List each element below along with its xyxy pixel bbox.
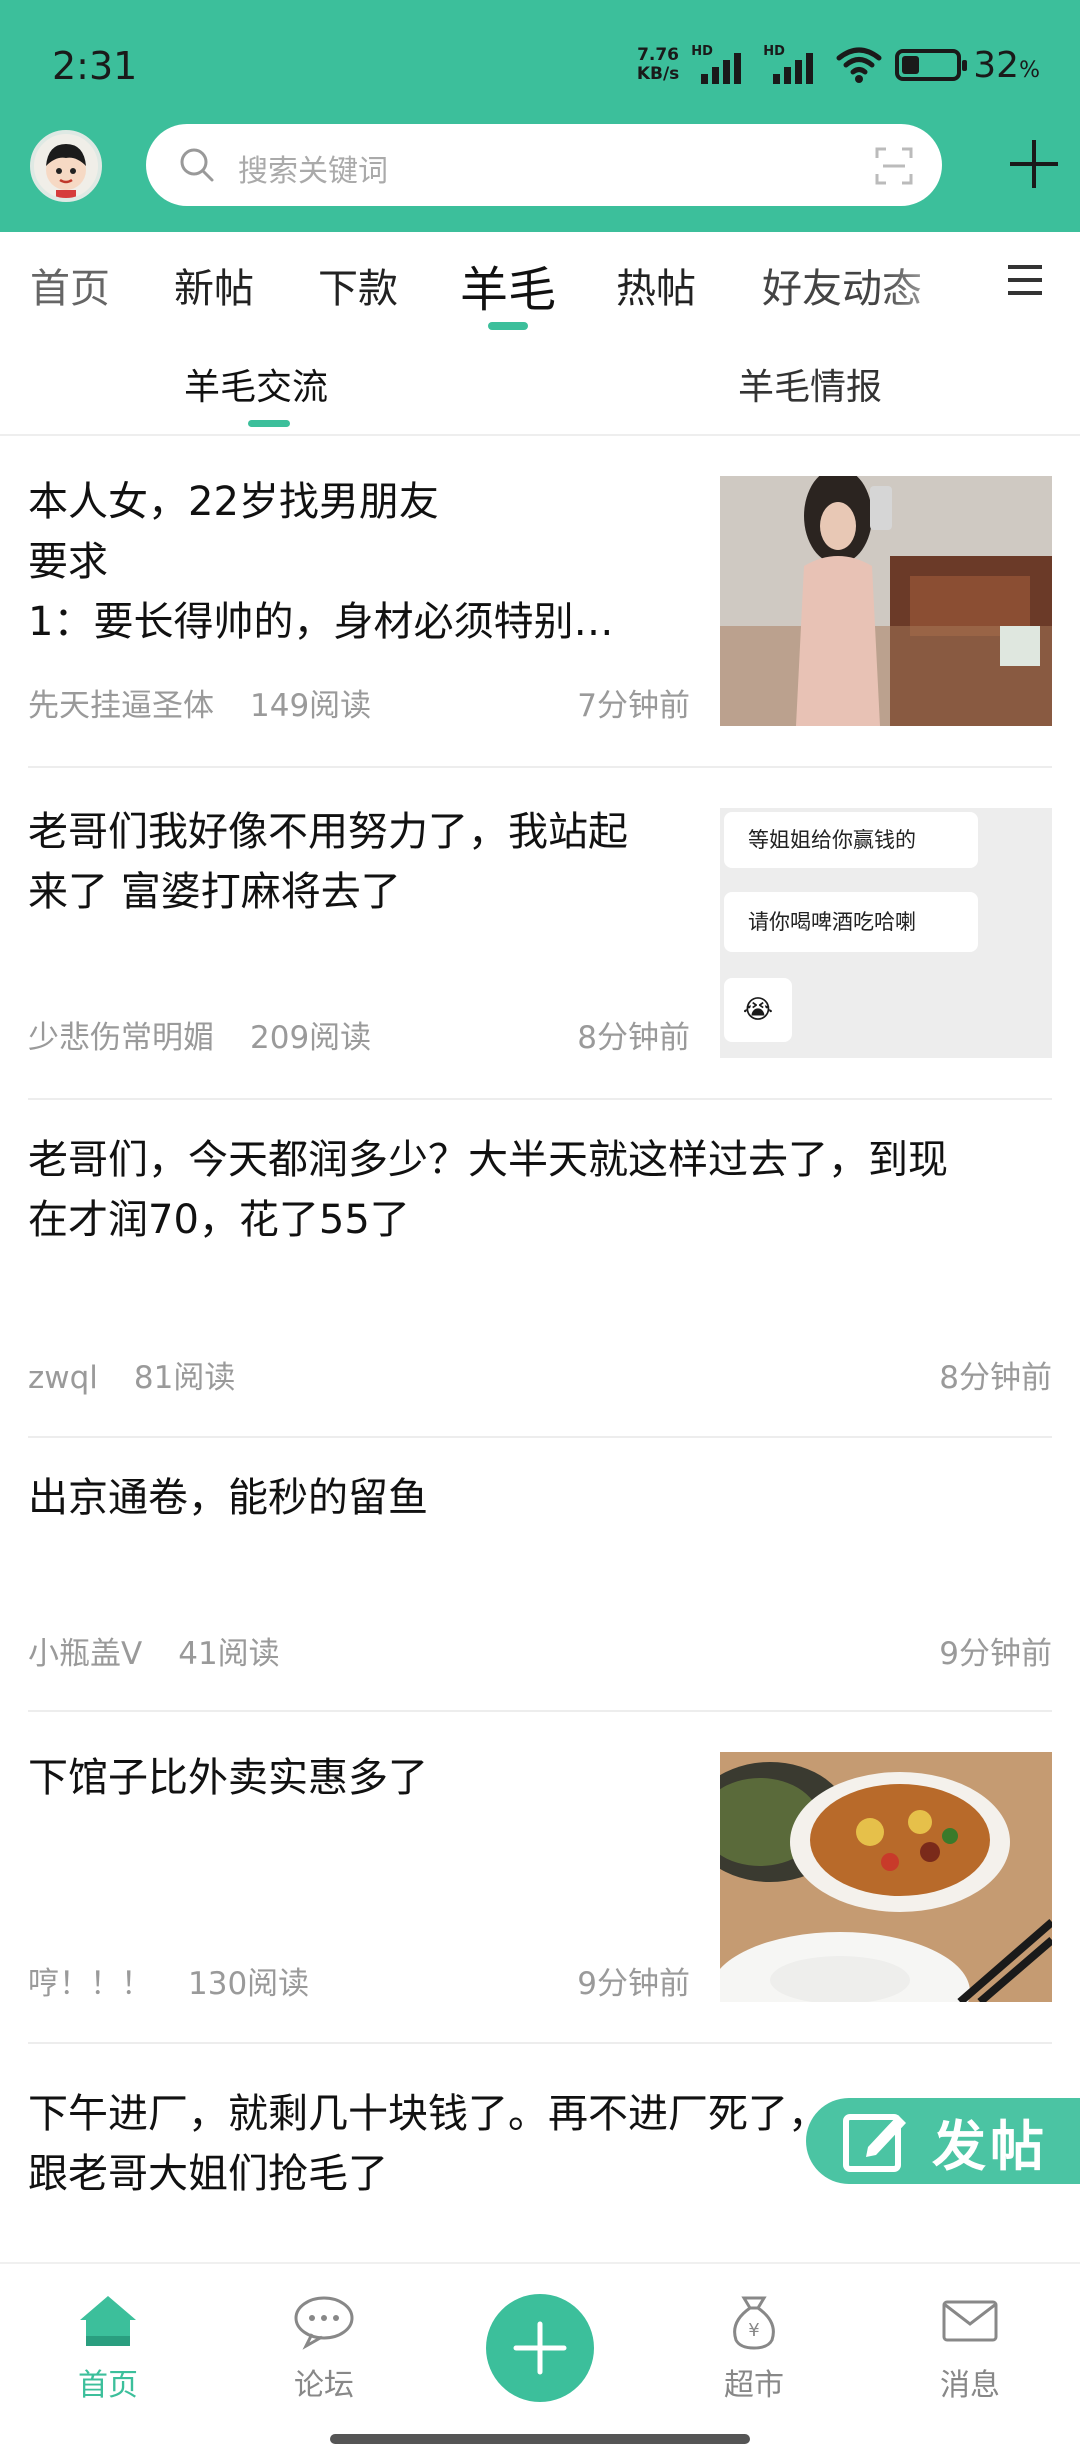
- tab-home[interactable]: 首页: [30, 256, 110, 314]
- signal-icon: HD: [763, 44, 823, 86]
- new-post-button[interactable]: 发帖: [806, 2098, 1080, 2184]
- subtab-wool-exchange[interactable]: 羊毛交流: [184, 358, 328, 410]
- chat-bubble-emoji: 😭: [724, 978, 792, 1042]
- avatar-icon: [46, 144, 86, 198]
- post-time: 7分钟前: [577, 688, 690, 724]
- woman-selfie-image: [720, 476, 1052, 726]
- tab-new-posts[interactable]: 新帖: [174, 256, 254, 314]
- menu-icon[interactable]: [1006, 262, 1044, 298]
- nav-messages[interactable]: 消息: [910, 2292, 1030, 2404]
- status-icons: 7.76 KB/s HD HD 32%: [637, 44, 1040, 86]
- network-speed: 7.76 KB/s: [636, 45, 680, 84]
- search-bar[interactable]: 搜索关键词: [146, 124, 942, 206]
- money-bag-icon: ¥: [733, 2296, 775, 2350]
- post-reads: 130阅读: [188, 1966, 310, 2002]
- add-icon[interactable]: [1006, 136, 1062, 192]
- center-add-button[interactable]: [486, 2294, 594, 2402]
- tabs-fade: [880, 232, 990, 332]
- nav-forum[interactable]: 论坛: [264, 2292, 384, 2404]
- post-title: 出京通卷，能秒的留鱼: [28, 1475, 428, 1521]
- post-thumbnail[interactable]: 等姐姐给你赢钱的 请你喝啤酒吃哈喇 😭: [720, 808, 1052, 1058]
- tab-indicator: [488, 322, 528, 330]
- edit-icon: [843, 2114, 906, 2172]
- post-reads: 81阅读: [133, 1360, 236, 1396]
- post-meta: 先天挂逼圣体 149阅读: [28, 680, 371, 725]
- search-icon: [180, 148, 214, 182]
- post-title: 老哥们，今天都润多少？大半天就这样过去了，到现 在才润70，花了55了: [28, 1137, 948, 1243]
- post-reads: 41阅读: [178, 1636, 280, 1672]
- post-time: 8分钟前: [939, 1360, 1052, 1396]
- post-author[interactable]: 哼！！！: [28, 1966, 152, 2002]
- wifi-icon: [836, 47, 882, 83]
- home-indicator[interactable]: [330, 2434, 750, 2444]
- nav-market[interactable]: ¥ 超市: [694, 2292, 814, 2404]
- post-item[interactable]: 老哥们，今天都润多少？大半天就这样过去了，到现 在才润70，花了55了 zwql…: [28, 1100, 1052, 1438]
- user-avatar[interactable]: [30, 130, 102, 202]
- status-time: 2:31: [52, 44, 138, 88]
- post-author[interactable]: 少悲伤常明媚: [28, 1020, 214, 1056]
- post-meta: zwql 81阅读: [28, 1352, 235, 1397]
- post-meta: 哼！！！ 130阅读: [28, 1958, 309, 2003]
- post-title: 老哥们我好像不用努力了，我站起 来了 富婆打麻将去了: [28, 809, 628, 915]
- post-reads: 149阅读: [250, 688, 372, 724]
- post-item[interactable]: 出京通卷，能秒的留鱼 小瓶盖V 41阅读 9分钟前: [28, 1438, 1052, 1712]
- food-dishes-image: [720, 1752, 1052, 2002]
- new-post-label: 发帖: [932, 2114, 1048, 2178]
- battery-percent: 32%: [973, 44, 1040, 86]
- post-title: 下馆子比外卖实惠多了: [28, 1755, 428, 1801]
- post-item[interactable]: 老哥们我好像不用努力了，我站起 来了 富婆打麻将去了 少悲伤常明媚 209阅读 8…: [28, 768, 1052, 1100]
- chat-bubble: 等姐姐给你赢钱的: [724, 812, 978, 868]
- tab-wool[interactable]: 羊毛: [460, 250, 556, 320]
- sub-tabs: 羊毛交流 羊毛情报: [0, 342, 1080, 436]
- nav-home[interactable]: 首页: [48, 2292, 168, 2404]
- post-item[interactable]: 本人女，22岁找男朋友 要求 1：要长得帅的，身材必须特别… 先天挂逼圣体 149…: [28, 436, 1052, 768]
- battery-icon: [895, 49, 968, 81]
- post-meta: 小瓶盖V 41阅读: [28, 1628, 280, 1673]
- top-header: 2:31 7.76 KB/s HD HD 32% 搜索关键词: [0, 0, 1080, 232]
- post-time: 8分钟前: [577, 1020, 690, 1056]
- post-time: 9分钟前: [939, 1636, 1052, 1672]
- scan-icon[interactable]: [874, 146, 914, 186]
- mail-icon: [942, 2300, 998, 2342]
- post-author[interactable]: 小瓶盖V: [28, 1636, 142, 1672]
- post-author[interactable]: zwql: [28, 1360, 98, 1396]
- signal-icon: HD: [691, 44, 751, 86]
- subtab-indicator: [248, 420, 290, 427]
- post-item[interactable]: 下馆子比外卖实惠多了 哼！！！ 130阅读 9分钟前: [28, 1712, 1052, 2044]
- post-reads: 209阅读: [250, 1020, 372, 1056]
- chat-bubble: 请你喝啤酒吃哈喇: [724, 892, 978, 952]
- plus-icon: [513, 2321, 567, 2375]
- tab-loans[interactable]: 下款: [318, 256, 398, 314]
- post-author[interactable]: 先天挂逼圣体: [28, 688, 214, 724]
- svg-text:¥: ¥: [748, 2320, 759, 2341]
- post-title: 本人女，22岁找男朋友 要求 1：要长得帅的，身材必须特别…: [28, 479, 614, 645]
- subtab-wool-intel[interactable]: 羊毛情报: [738, 358, 882, 410]
- home-icon: [80, 2296, 136, 2346]
- search-placeholder: 搜索关键词: [238, 154, 388, 189]
- post-time: 9分钟前: [577, 1966, 690, 2002]
- chat-bubble-icon: [294, 2296, 354, 2350]
- post-thumbnail[interactable]: [720, 1752, 1052, 2002]
- post-meta: 少悲伤常明媚 209阅读: [28, 1012, 371, 1057]
- post-thumbnail[interactable]: [720, 476, 1052, 726]
- tab-hot-posts[interactable]: 热帖: [616, 256, 696, 314]
